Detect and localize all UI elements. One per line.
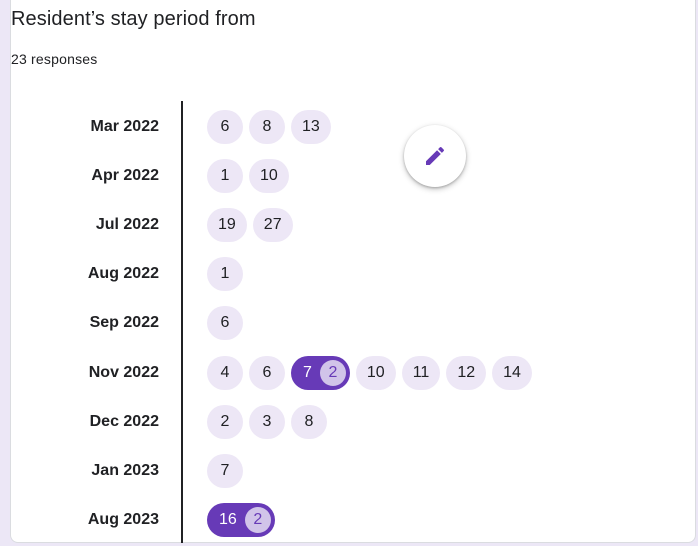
day-chip[interactable]: 7 [207,454,243,488]
day-chip-group: 1 [207,257,243,291]
day-chip-label: 16 [219,511,237,528]
day-chip-label: 4 [220,364,230,381]
day-chip-label: 10 [366,364,385,381]
month-label: Jul 2022 [95,216,159,233]
day-chip-label: 1 [220,265,230,282]
day-chip-label: 8 [304,413,314,430]
day-chip-label: 12 [457,364,476,381]
day-chip-group: 16 2 [207,503,275,537]
month-label: Dec 2022 [89,413,159,430]
day-chip-group: 7 [207,454,243,488]
month-label: Aug 2022 [87,265,159,282]
day-chip[interactable]: 10 [249,159,289,193]
timeline-row: Sep 2022 6 [11,306,697,340]
day-chip[interactable]: 3 [249,405,285,439]
day-chip-group: 1 10 [207,159,289,193]
day-chip[interactable]: 19 [207,208,247,242]
day-chip-group: 2 3 8 [207,405,327,439]
day-chip-label: 13 [302,118,320,135]
timeline-row: Aug 2023 16 2 [11,503,697,537]
day-chip[interactable]: 6 [207,110,243,144]
day-chip-label: 7 [303,364,312,381]
response-count-badge: 2 [244,507,271,533]
day-chip[interactable]: 2 [207,405,243,439]
timeline-row: Jul 2022 19 27 [11,208,697,242]
month-label: Mar 2022 [90,118,160,135]
day-chip[interactable]: 4 [207,356,243,390]
day-chip[interactable]: 72 [291,356,350,390]
timeline-row: Aug 2022 1 [11,257,697,291]
day-chip-label: 3 [262,413,272,430]
day-chip-label: 14 [503,364,521,381]
timeline-row: Mar 2022 6 8 13 [11,110,697,144]
day-chip[interactable]: 10 [355,356,396,390]
timeline-row: Nov 2022 4 6 7 2 10 11 12 14 [11,356,697,390]
day-chip[interactable]: 16 2 [207,503,275,537]
day-chip-label: 6 [262,364,272,381]
response-count: 23 responses [11,51,98,67]
day-chip[interactable]: 6 [249,356,285,390]
pencil-icon [426,146,445,165]
month-label: Apr 2022 [91,167,159,184]
timeline-row: Jan 2023 7 [11,454,697,488]
day-chip[interactable]: 13 [291,110,331,144]
day-chip-label: 7 [220,462,230,479]
response-card: Resident’s stay period from 23 responses… [10,0,696,543]
day-chip-group: 6 [207,306,243,340]
day-chip[interactable]: 12 [446,356,487,390]
day-chip[interactable]: 8 [249,110,285,144]
day-chip[interactable]: 8 [291,405,327,439]
day-chip-label: 11 [412,364,430,381]
day-chip-label: 1 [220,167,230,184]
day-chip-label: 6 [220,118,230,135]
question-title: Resident’s stay period from [11,8,256,30]
day-chip-label: 8 [262,118,272,135]
edit-button[interactable] [404,125,466,187]
day-chip[interactable]: 1 [207,257,243,291]
month-label: Aug 2023 [87,511,159,528]
day-chip[interactable]: 6 [207,306,243,340]
day-chip-group: 19 27 [207,208,293,242]
month-label: Nov 2022 [88,364,159,381]
day-chip-label: 6 [220,314,230,331]
timeline-row: Dec 2022 2 3 8 [11,405,697,439]
day-chip-label: 10 [260,167,278,184]
day-chip-label: 2 [220,413,230,430]
timeline-row: Apr 2022 1 10 [11,159,697,193]
day-chip-label: 27 [263,216,282,233]
month-label: Sep 2022 [89,314,159,331]
day-chip[interactable]: 1 [207,159,243,193]
day-chip[interactable]: 11 [401,356,441,390]
month-label: Jan 2023 [91,462,159,479]
day-chip-label: 19 [218,216,236,233]
response-count-badge: 2 [319,360,346,386]
day-chip-group: 4 6 7 2 10 11 12 14 [207,356,532,390]
day-chip[interactable]: 27 [252,208,293,242]
day-chip-group: 6 8 13 [207,110,331,144]
day-chip[interactable]: 14 [492,356,532,390]
